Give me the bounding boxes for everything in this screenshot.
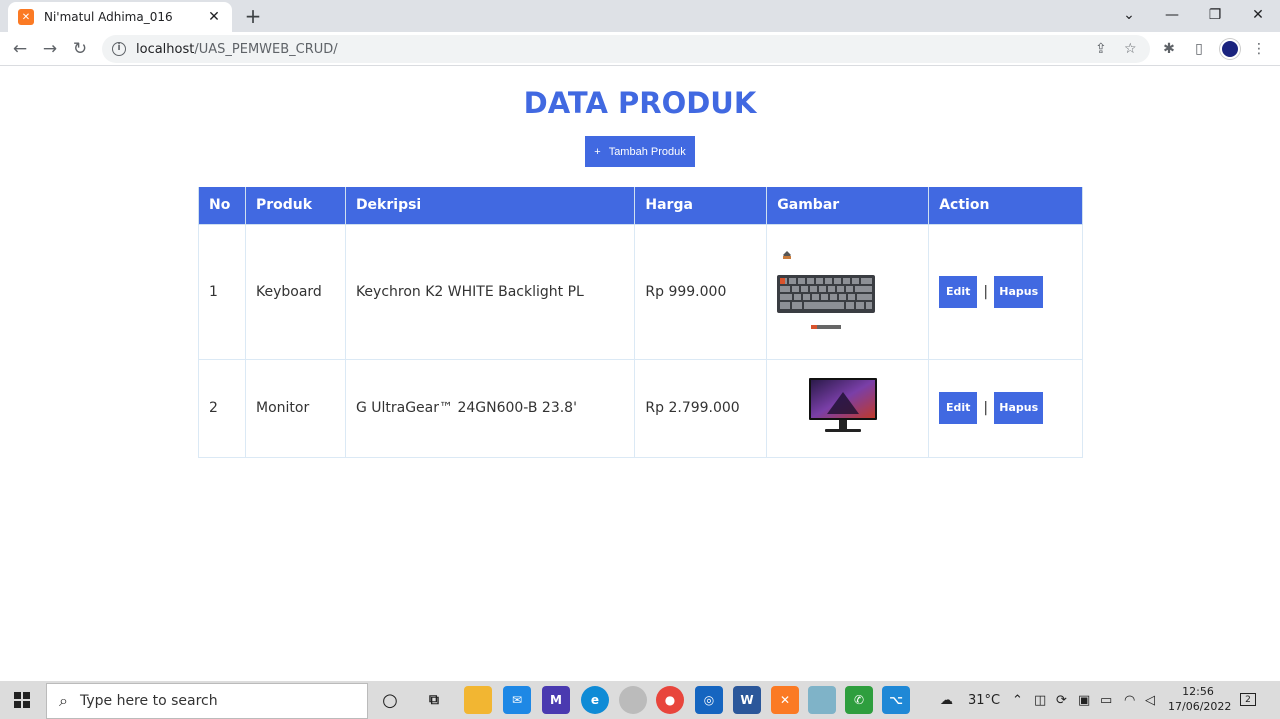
back-arrow-icon[interactable]: ← <box>8 37 32 61</box>
header-no: No <box>198 187 246 225</box>
monitor-image <box>809 378 878 432</box>
header-action: Action <box>928 187 1083 225</box>
page-title: DATA PRODUK <box>523 86 757 120</box>
edge-browser-icon[interactable]: e <box>581 686 609 714</box>
weather-cloud-icon[interactable]: ☁ <box>940 693 953 708</box>
browser-tab[interactable]: ✕ Ni'matul Adhima_016 ✕ <box>8 2 232 32</box>
battery-icon[interactable]: ▭ <box>1100 693 1112 708</box>
table-row: 1 Keyboard Keychron K2 WHITE Backlight P… <box>198 223 1083 360</box>
weather-temperature[interactable]: 31°C <box>968 693 1000 708</box>
share-icon[interactable]: ⇪ <box>1095 41 1107 57</box>
hapus-button[interactable]: Hapus <box>994 392 1044 424</box>
tab-search-chevron-icon[interactable]: ⌄ <box>1115 4 1143 26</box>
side-panel-icon[interactable]: ▯ <box>1189 39 1209 59</box>
new-tab-button[interactable]: + <box>242 5 264 27</box>
store-icon[interactable] <box>619 686 647 714</box>
action-separator: | <box>983 283 989 300</box>
produk-table: No Produk Dekripsi Harga Gambar Action 1… <box>198 187 1083 458</box>
tray-app-icon[interactable]: ◫ <box>1034 693 1046 708</box>
taskbar-search-input[interactable]: ⌕ Type here to search <box>46 683 368 719</box>
profile-avatar[interactable] <box>1220 39 1240 59</box>
table-header-row: No Produk Dekripsi Harga Gambar Action <box>198 187 1083 225</box>
minimize-icon[interactable]: — <box>1158 4 1186 26</box>
action-separator: | <box>983 400 989 416</box>
dev-tool-icon[interactable]: ◎ <box>695 686 723 714</box>
reload-icon[interactable]: ↻ <box>68 37 92 61</box>
hapus-button[interactable]: Hapus <box>994 275 1044 308</box>
keyboard-image <box>777 250 876 329</box>
visual-studio-icon[interactable]: M <box>542 686 570 714</box>
tambah-produk-label: Tambah Produk <box>608 145 686 158</box>
restore-icon[interactable]: ❐ <box>1201 4 1229 26</box>
phone-app-icon[interactable]: ✆ <box>845 686 873 714</box>
header-harga: Harga <box>634 187 768 225</box>
cell-harga: Rp 2.799.000 <box>634 358 768 458</box>
tray-sync-icon[interactable]: ⟳ <box>1056 693 1067 708</box>
cell-action: Edit | Hapus <box>928 223 1083 360</box>
taskbar-clock[interactable]: 12:56 17/06/2022 <box>1168 684 1232 714</box>
extensions-puzzle-icon[interactable]: ✱ <box>1159 39 1179 59</box>
url-host: localhost <box>136 41 195 57</box>
chrome-icon[interactable]: ● <box>656 686 684 714</box>
cell-harga: Rp 999.000 <box>634 223 768 360</box>
tab-close-icon[interactable]: ✕ <box>206 9 222 25</box>
notification-icon[interactable]: 2 <box>1240 693 1256 706</box>
plus-icon: + <box>594 145 601 158</box>
wifi-icon[interactable]: ◠ <box>1124 693 1135 708</box>
task-view-icon[interactable]: ⧉ <box>420 686 448 714</box>
url-path: /UAS_PEMWEB_CRUD/ <box>194 41 338 57</box>
header-deskripsi: Dekripsi <box>344 187 636 225</box>
cell-deskripsi: Keychron K2 WHITE Backlight PL <box>344 223 636 360</box>
forward-arrow-icon[interactable]: → <box>38 37 62 61</box>
address-bar[interactable]: i localhost /UAS_PEMWEB_CRUD/ ⇪ ☆ <box>102 35 1150 63</box>
browser-tab-bar: ✕ Ni'matul Adhima_016 ✕ + ⌄ — ❐ ✕ <box>0 0 1280 32</box>
xampp-icon[interactable]: ✕ <box>771 686 799 714</box>
menu-kebab-icon[interactable]: ⋮ <box>1249 39 1269 59</box>
clock-time: 12:56 <box>1182 685 1214 698</box>
file-explorer-icon[interactable] <box>464 686 492 714</box>
cell-no: 2 <box>198 358 246 458</box>
edit-button[interactable]: Edit <box>939 275 978 308</box>
tab-title: Ni'matul Adhima_016 <box>44 10 173 24</box>
xampp-favicon-icon: ✕ <box>18 9 34 25</box>
app-icon[interactable] <box>808 686 836 714</box>
volume-icon[interactable]: ◁ <box>1145 693 1155 708</box>
header-gambar: Gambar <box>766 187 930 225</box>
cell-produk: Keyboard <box>244 223 346 360</box>
cell-no: 1 <box>198 223 246 360</box>
cell-gambar <box>766 358 930 458</box>
tray-meet-icon[interactable]: ▣ <box>1078 693 1090 708</box>
bookmark-star-icon[interactable]: ☆ <box>1124 41 1137 57</box>
browser-toolbar: ← → ↻ i localhost /UAS_PEMWEB_CRUD/ ⇪ ☆ … <box>0 32 1280 66</box>
tambah-produk-button[interactable]: + Tambah Produk <box>585 136 695 167</box>
cortana-circle-icon[interactable]: ○ <box>376 686 404 714</box>
search-placeholder: Type here to search <box>79 693 218 709</box>
mail-icon[interactable]: ✉ <box>503 686 531 714</box>
cell-gambar <box>766 223 930 360</box>
cell-action: Edit | Hapus <box>928 358 1083 458</box>
header-produk: Produk <box>244 187 346 225</box>
search-icon: ⌕ <box>59 691 68 710</box>
site-info-icon[interactable]: i <box>112 42 126 56</box>
cell-produk: Monitor <box>244 358 346 458</box>
table-row: 2 Monitor G UltraGear™ 24GN600-B 23.8' R… <box>198 358 1083 458</box>
close-window-icon[interactable]: ✕ <box>1244 4 1272 26</box>
windows-start-icon[interactable] <box>14 692 30 708</box>
tray-chevron-up-icon[interactable]: ⌃ <box>1012 693 1023 708</box>
cell-deskripsi: G UltraGear™ 24GN600-B 23.8' <box>344 358 636 458</box>
edit-button[interactable]: Edit <box>939 392 978 424</box>
clock-date: 17/06/2022 <box>1168 700 1232 713</box>
word-icon[interactable]: W <box>733 686 761 714</box>
windows-taskbar: ⌕ Type here to search ○ ⧉ ✉ M e ● ◎ W ✕ … <box>0 681 1280 719</box>
vscode-icon[interactable]: ⌥ <box>882 686 910 714</box>
